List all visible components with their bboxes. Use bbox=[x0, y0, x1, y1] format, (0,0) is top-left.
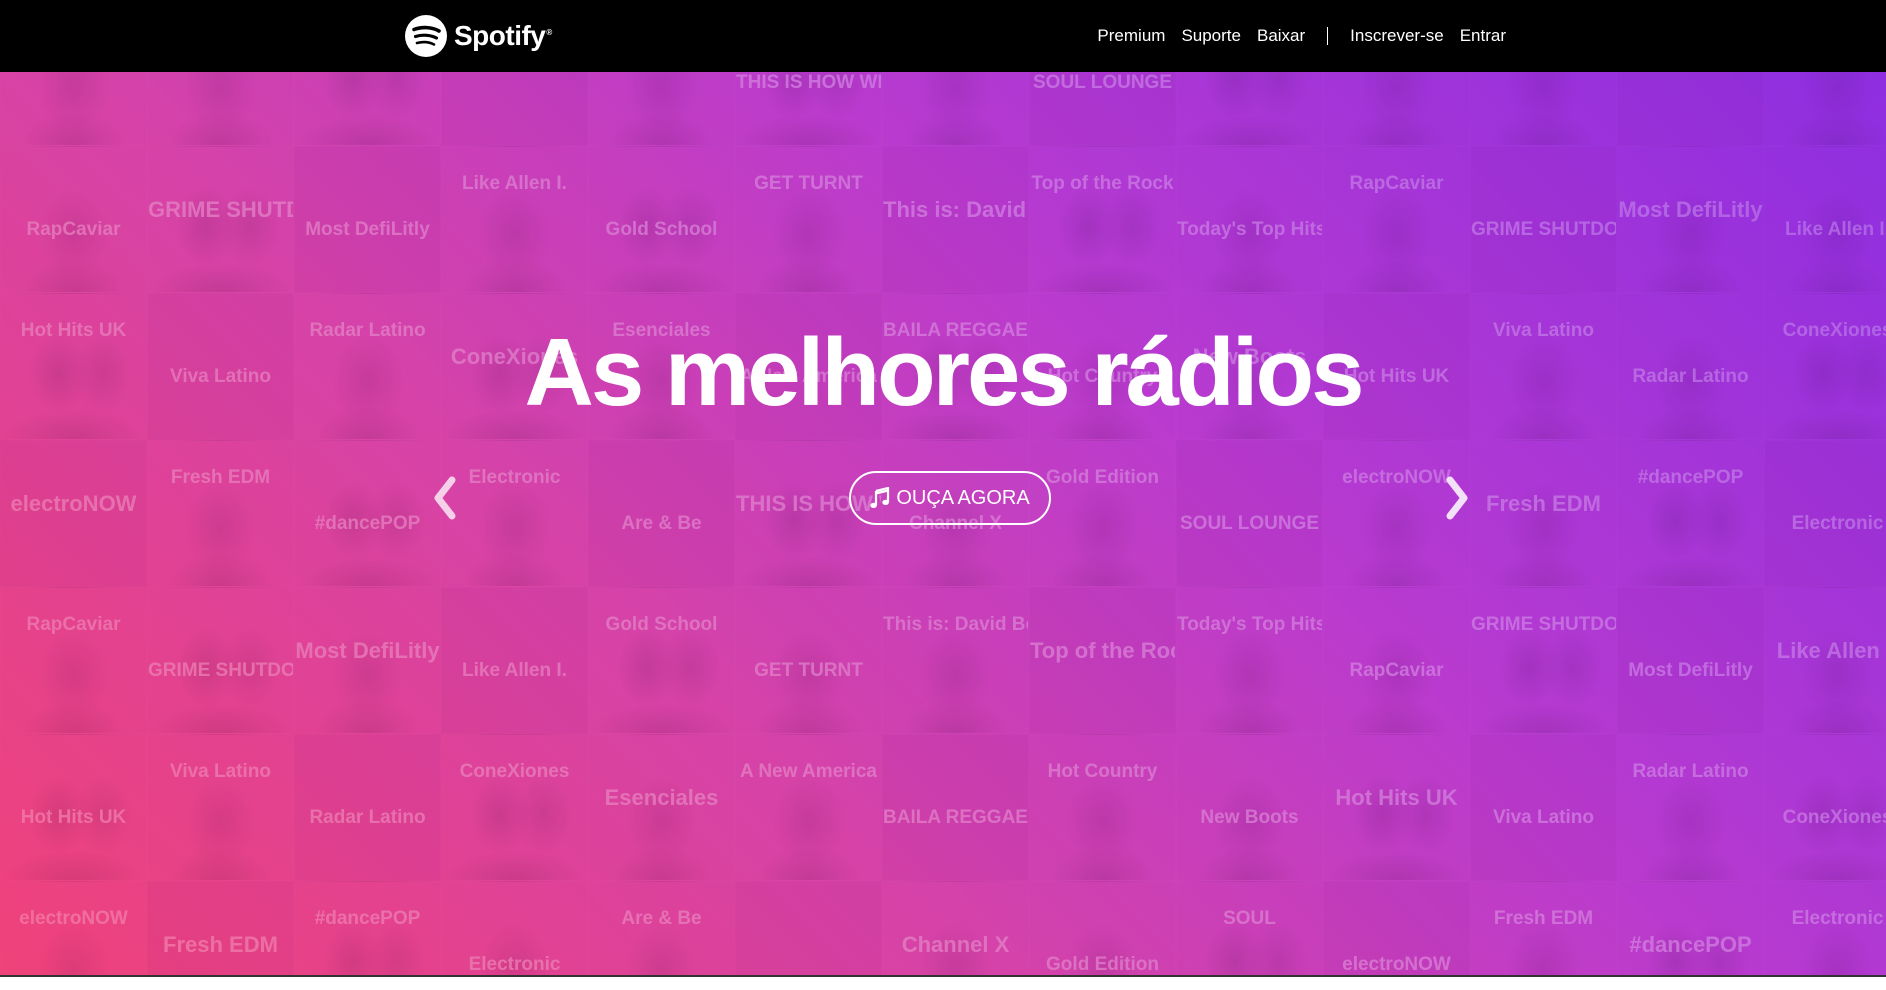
brand-name: Spotify® bbox=[454, 20, 552, 51]
spotify-logo-icon bbox=[405, 15, 447, 57]
chevron-right-icon bbox=[1446, 476, 1468, 520]
nav-signup-link[interactable]: Inscrever-se bbox=[1350, 26, 1444, 46]
carousel-prev-button[interactable] bbox=[428, 470, 460, 526]
chevron-left-icon bbox=[434, 476, 456, 520]
hero-headline: As melhores rádios bbox=[524, 319, 1365, 426]
nav-support-link[interactable]: Suporte bbox=[1181, 26, 1241, 46]
carousel-next-button[interactable] bbox=[1442, 470, 1474, 526]
music-note-icon bbox=[870, 487, 890, 508]
nav-download-link[interactable]: Baixar bbox=[1257, 26, 1305, 46]
main-nav: Premium Suporte Baixar Inscrever-se Entr… bbox=[1081, 0, 1506, 72]
page-bottom-border bbox=[0, 975, 1886, 977]
listen-now-button[interactable]: OUÇA AGORA bbox=[849, 471, 1051, 525]
top-navigation-bar: Spotify® Premium Suporte Baixar Inscreve… bbox=[0, 0, 1886, 72]
listen-now-label: OUÇA AGORA bbox=[896, 486, 1030, 509]
registered-mark: ® bbox=[546, 27, 552, 37]
nav-premium-link[interactable]: Premium bbox=[1097, 26, 1165, 46]
nav-divider bbox=[1327, 27, 1329, 45]
nav-login-link[interactable]: Entrar bbox=[1460, 26, 1506, 46]
spotify-logo[interactable]: Spotify® bbox=[404, 14, 552, 58]
